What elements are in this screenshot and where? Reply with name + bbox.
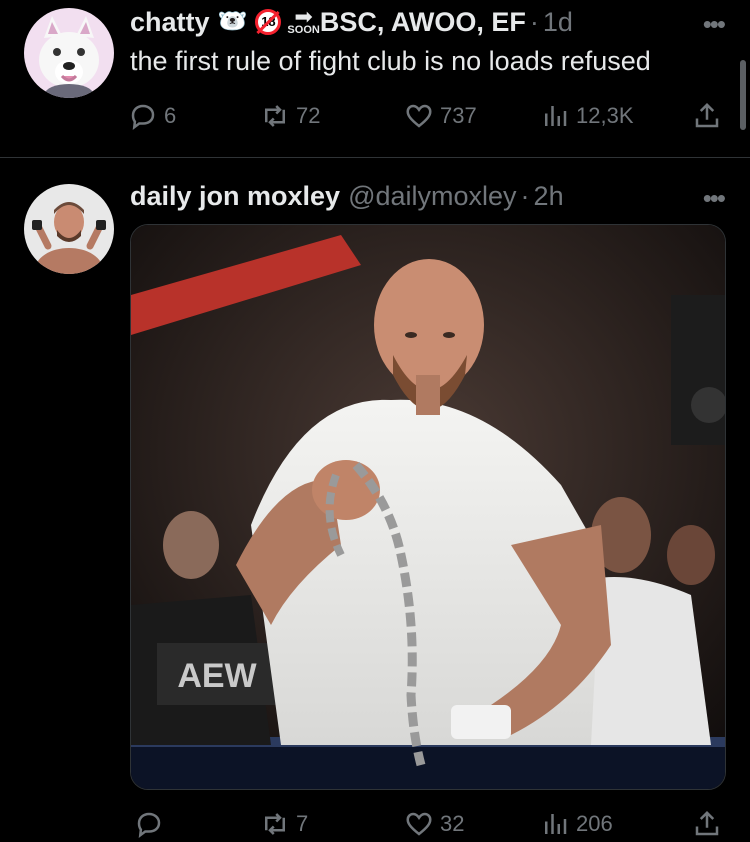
tweet-card[interactable]: chatty 🐻‍❄️ 18 ➡ SOON BSC, AWOO, EF · 1d… bbox=[0, 0, 750, 158]
views-count: 12,3K bbox=[576, 103, 634, 128]
wrestler-avatar-icon bbox=[24, 184, 114, 274]
heart-icon bbox=[406, 812, 432, 836]
reply-button[interactable] bbox=[134, 809, 170, 839]
tweet-card[interactable]: daily jon moxley @dailymoxley · 2h ••• A… bbox=[0, 158, 750, 842]
separator-dot: · bbox=[520, 181, 530, 211]
tweet-media-image[interactable]: AEW bbox=[130, 224, 726, 790]
tweet-header: daily jon moxley @dailymoxley · 2h bbox=[130, 180, 564, 212]
share-button[interactable] bbox=[692, 809, 722, 839]
tweet-header: chatty 🐻‍❄️ 18 ➡ SOON BSC, AWOO, EF · 1d bbox=[130, 3, 573, 38]
reply-count: 6 bbox=[164, 103, 177, 128]
like-count: 32 bbox=[440, 811, 465, 836]
avatar[interactable] bbox=[24, 8, 114, 98]
repost-icon bbox=[265, 105, 285, 127]
timestamp[interactable]: 1d bbox=[543, 6, 573, 38]
repost-count: 7 bbox=[296, 811, 309, 836]
share-button[interactable] bbox=[692, 101, 722, 131]
share-icon bbox=[695, 102, 719, 128]
timestamp[interactable]: 2h bbox=[534, 180, 564, 212]
author-name[interactable]: daily jon moxley bbox=[130, 180, 340, 212]
wrestler-with-chain-photo-icon: AEW bbox=[131, 225, 725, 789]
action-bar: 7 32 206 bbox=[128, 808, 728, 840]
like-button[interactable]: 737 bbox=[404, 101, 477, 131]
like-count: 737 bbox=[440, 103, 477, 128]
views-button[interactable]: 12,3K bbox=[540, 101, 634, 131]
heart-icon bbox=[406, 104, 432, 128]
views-icon bbox=[545, 814, 567, 834]
repost-button[interactable]: 7 bbox=[260, 809, 308, 839]
share-icon bbox=[695, 810, 719, 836]
author-name[interactable]: chatty bbox=[130, 6, 210, 38]
soon-arrow-icon: ➡ SOON bbox=[287, 3, 320, 36]
white-wolf-avatar-icon bbox=[24, 8, 114, 98]
views-count: 206 bbox=[576, 811, 613, 836]
reply-icon bbox=[137, 812, 161, 838]
more-icon[interactable]: ••• bbox=[703, 185, 726, 211]
author-handle[interactable]: @dailymoxley bbox=[348, 180, 516, 212]
reply-button[interactable]: 6 bbox=[128, 101, 176, 131]
avatar[interactable] bbox=[24, 184, 114, 274]
scrollbar[interactable] bbox=[740, 60, 746, 130]
repost-icon bbox=[265, 813, 285, 835]
reply-icon bbox=[131, 104, 155, 130]
repost-button[interactable]: 72 bbox=[260, 101, 320, 131]
views-icon bbox=[545, 106, 567, 126]
eighteen-plus-icon: 18 bbox=[255, 9, 282, 35]
action-bar: 6 72 737 12,3K bbox=[128, 100, 728, 132]
separator-dot: · bbox=[529, 7, 539, 37]
polar-bear-emoji: 🐻‍❄️ bbox=[217, 8, 248, 35]
repost-count: 72 bbox=[296, 103, 321, 128]
author-name-suffix: BSC, AWOO, EF bbox=[319, 7, 526, 37]
aew-logo: AEW bbox=[177, 657, 257, 695]
like-button[interactable]: 32 bbox=[404, 809, 464, 839]
more-icon[interactable]: ••• bbox=[703, 11, 726, 37]
tweet-text: the first rule of fight club is no loads… bbox=[130, 46, 651, 76]
views-button[interactable]: 206 bbox=[540, 809, 613, 839]
